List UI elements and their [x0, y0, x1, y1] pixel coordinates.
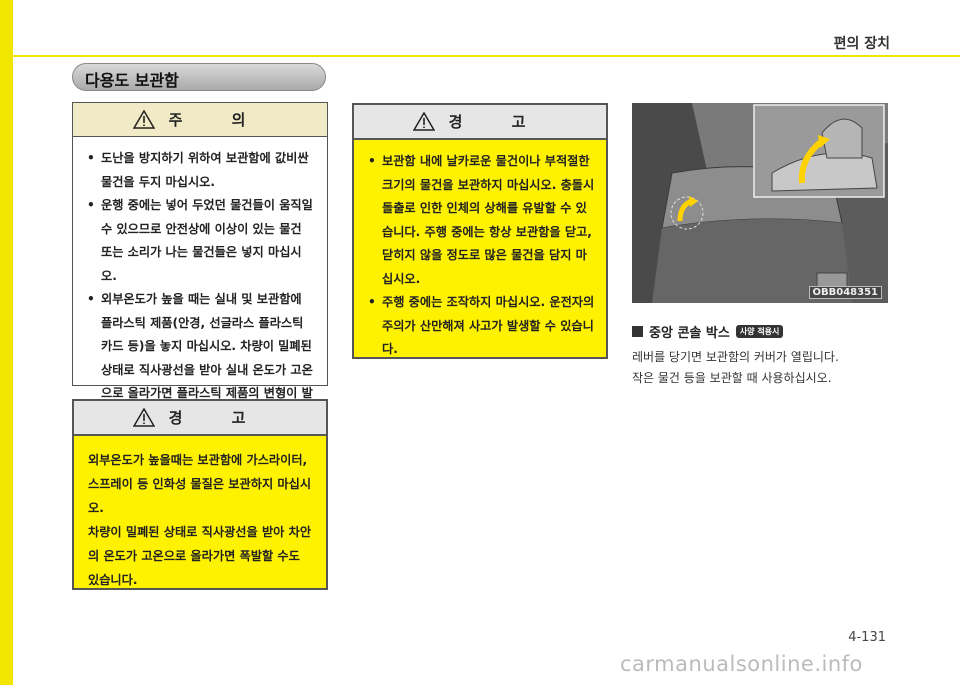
figure-caption: 중앙 콘솔 박스 사양 적용시 [632, 322, 784, 341]
warning-middle-item: 주행 중에는 조작하지 마십시오. 운전자의 주의가 산만해져 사고가 발생할 … [368, 291, 596, 362]
warning-middle-item: 보관함 내에 날카로운 물건이나 부적절한 크기의 물건을 보관하지 마십시오.… [368, 150, 596, 291]
figure-code: OBB048351 [808, 286, 882, 299]
page-number: 4-131 [848, 630, 886, 645]
caution-item: 도난을 방지하기 위하여 보관함에 값비싼 물건을 두지 마십시오. [87, 147, 317, 194]
caution-title: 주 의 [168, 111, 268, 129]
chapter-title: 편의 장치 [833, 36, 890, 52]
warning-header-left: 경 고 [74, 401, 326, 436]
warning-box-middle: 경 고 보관함 내에 날카로운 물건이나 부적절한 크기의 물건을 보관하지 마… [352, 103, 608, 359]
square-bullet-icon [632, 326, 643, 337]
warning-header-middle: 경 고 [354, 105, 606, 140]
warning-title-middle: 경 고 [448, 113, 548, 131]
warning-left-para2: 차량이 밀폐된 상태로 직사광선을 받아 차안의 온도가 고온으로 올라가면 폭… [88, 525, 312, 587]
description-line: 레버를 당기면 보관함의 커버가 열립니다. [632, 350, 839, 364]
warning-left-para1: 외부온도가 높을때는 보관함에 가스라이터, 스프레이 등 인화성 물질은 보관… [88, 453, 312, 515]
warning-triangle-icon [132, 408, 155, 427]
option-badge: 사양 적용시 [735, 325, 784, 338]
yellow-side-bar [0, 0, 13, 685]
watermark: carmanualsonline.info [620, 652, 863, 676]
description: 레버를 당기면 보관함의 커버가 열립니다. 작은 물건 등을 보관할 때 사용… [632, 347, 839, 389]
warning-box-left: 경 고 외부온도가 높을때는 보관함에 가스라이터, 스프레이 등 인화성 물질… [72, 399, 328, 590]
caution-header: 주 의 [73, 103, 327, 137]
console-illustration [632, 103, 888, 303]
warning-title-left: 경 고 [168, 409, 268, 427]
caution-item: 운행 중에는 넣어 두었던 물건들이 움직일 수 있으므로 안전상에 이상이 있… [87, 194, 317, 288]
caution-box: 주 의 도난을 방지하기 위하여 보관함에 값비싼 물건을 두지 마십시오. 운… [72, 102, 328, 424]
console-box-photo: OBB048351 [632, 103, 888, 303]
section-title: 다용도 보관함 [72, 63, 326, 91]
warning-triangle-icon [132, 110, 155, 129]
description-line: 작은 물건 등을 보관할 때 사용하십시오. [632, 371, 832, 385]
warning-triangle-icon [412, 112, 435, 131]
header-rule [13, 55, 960, 57]
caption-label: 중앙 콘솔 박스 [649, 326, 730, 341]
